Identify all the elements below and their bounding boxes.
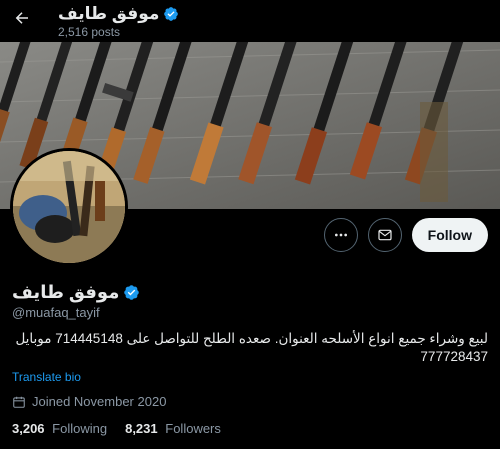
following-link[interactable]: 3,206 Following <box>12 421 107 436</box>
bio-line: لبيع وشراء جميع انواع الأسلحه العنوان. ص… <box>15 331 488 346</box>
calendar-icon <box>13 396 25 408</box>
followers-count: 8,231 <box>125 421 158 436</box>
following-count: 3,206 <box>12 421 45 436</box>
followers-link[interactable]: 8,231 Followers <box>125 421 221 436</box>
envelope-icon <box>378 229 392 241</box>
display-name-row: موفق طايف <box>12 282 140 303</box>
posts-count: 2,516 posts <box>58 25 121 39</box>
header-title-row: موفق طايف <box>58 4 179 24</box>
profile-avatar[interactable] <box>10 148 128 266</box>
followers-label: Followers <box>165 421 221 436</box>
more-button[interactable] <box>323 218 358 252</box>
header-title: موفق طايف <box>58 4 160 23</box>
joined-date: Joined November 2020 <box>12 394 166 409</box>
follow-stats: 3,206 Following 8,231 Followers <box>12 421 221 436</box>
more-horizontal-icon <box>334 233 347 237</box>
back-button[interactable] <box>8 4 36 32</box>
joined-text: Joined November 2020 <box>32 394 167 409</box>
message-button[interactable] <box>367 218 402 252</box>
profile-handle: @muafaq_tayif <box>12 305 100 320</box>
display-name: موفق طايف <box>12 282 120 302</box>
translate-bio-link[interactable]: Translate bio <box>12 370 81 384</box>
verified-badge-icon[interactable] <box>123 284 140 301</box>
arrow-left-icon <box>15 12 28 24</box>
bio-phone: 777728437 <box>420 349 488 364</box>
avatar-image <box>13 151 125 263</box>
profile-bio: لبيع وشراء جميع انواع الأسلحه العنوان. ص… <box>12 330 488 366</box>
profile-actions: Follow <box>323 218 488 252</box>
following-label: Following <box>52 421 108 436</box>
follow-button[interactable]: Follow <box>411 218 488 252</box>
verified-badge-icon <box>164 7 179 21</box>
top-bar: موفق طايف 2,516 posts <box>0 0 500 42</box>
